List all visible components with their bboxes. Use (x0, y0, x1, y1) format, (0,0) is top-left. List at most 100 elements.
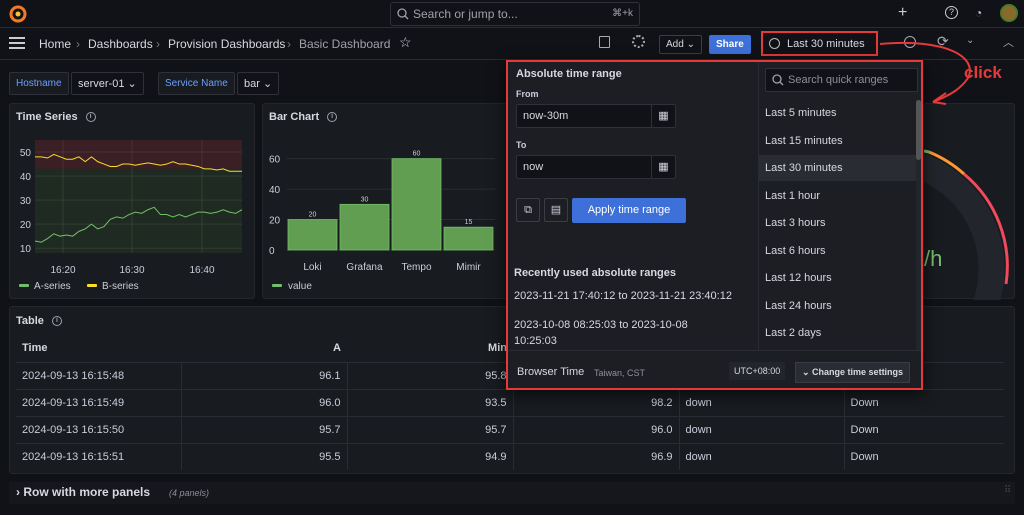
drag-handle-icon[interactable]: ⠿ (1004, 485, 1011, 496)
table-cell: 93.5 (346, 388, 513, 416)
table-cell: 2024-09-13 16:15:50 (16, 415, 181, 443)
quick-range-item[interactable]: Last 6 hours (765, 245, 826, 257)
legend-swatch (87, 284, 97, 287)
absolute-range-title: Absolute time range (516, 68, 622, 80)
y-tick-label: 10 (20, 244, 32, 255)
legend-swatch (272, 284, 282, 287)
table-cell: 98.2 (512, 388, 679, 416)
gauge-panel: /h (923, 103, 1015, 300)
menu-icon[interactable] (9, 37, 25, 49)
search-placeholder: Search or jump to... (413, 7, 518, 21)
collapsed-row[interactable]: › Row with more panels (4 panels) ⠿ (9, 482, 1015, 504)
variable-label-hostname: Hostname (9, 72, 69, 95)
quick-range-item[interactable]: Last 30 minutes (765, 162, 843, 174)
column-header-time[interactable]: Time (16, 335, 181, 362)
x-tick-label: 16:20 (50, 265, 75, 276)
row-panel-count: (4 panels) (169, 488, 210, 498)
breadcrumb-provision-dashboards[interactable]: Provision Dashboards (168, 37, 285, 51)
top-bar: Search or jump to... ⌘+k + ? ◔ (0, 0, 1024, 28)
x-tick-label: 16:30 (119, 265, 144, 276)
table-cell: 95.5 (180, 442, 347, 470)
legend-label: B-series (102, 281, 139, 292)
to-calendar-icon[interactable]: ▦ (651, 155, 676, 179)
table-cell: Down (843, 442, 1004, 470)
table-cell: 94.9 (346, 442, 513, 470)
x-tick-label: Tempo (401, 262, 431, 273)
user-avatar[interactable] (1000, 4, 1018, 22)
browser-time-label: Browser Time (517, 366, 585, 378)
row-title[interactable]: › Row with more panels (16, 485, 150, 499)
to-input[interactable]: now (516, 155, 652, 179)
search-icon (397, 8, 409, 20)
save-icon[interactable] (599, 36, 610, 48)
settings-gear-icon[interactable] (632, 35, 645, 48)
time-picker-popup: Absolute time range From now-30m ▦ To no… (506, 60, 923, 390)
time-series-chart: 10 20 30 40 50 16:20 16:30 16:40 A-series B-serie… (19, 140, 243, 292)
column-header-a[interactable]: A (181, 335, 347, 362)
quick-range-item[interactable]: Last 2 days (765, 327, 821, 339)
from-label: From (516, 89, 539, 99)
quick-range-item[interactable]: Last 12 hours (765, 272, 832, 284)
info-icon: i (51, 316, 62, 327)
variable-select-hostname[interactable]: server-01 ⌄ (71, 72, 144, 95)
copy-icon[interactable]: ⧉ (516, 198, 540, 222)
table-cell: 96.9 (512, 442, 679, 470)
scrollbar[interactable] (916, 100, 921, 350)
y-tick-label: 20 (269, 216, 281, 227)
table-cell: down (678, 388, 844, 416)
variable-label-service-name: Service Name (158, 72, 235, 95)
table-cell: 2024-09-13 16:15:49 (16, 388, 181, 416)
table-row: 2024-09-13 16:15:51 95.5 94.9 96.9 down Down (16, 442, 1004, 470)
search-icon (772, 74, 784, 86)
grafana-logo-icon[interactable] (9, 5, 27, 23)
table-cell: down (678, 415, 844, 443)
column-header-min[interactable]: Min (347, 335, 513, 362)
legend-label: A-series (34, 281, 71, 292)
x-tick-label: 16:40 (189, 265, 214, 276)
variable-select-service-name[interactable]: bar ⌄ (237, 72, 280, 95)
y-tick-label: 60 (269, 155, 281, 166)
share-button[interactable]: Share (709, 35, 751, 54)
quick-range-item[interactable]: Last 15 minutes (765, 135, 843, 147)
bar-value-label: 15 (465, 219, 473, 226)
time-picker-button[interactable]: Last 30 minutes (761, 31, 878, 56)
annotation-click-label: click (964, 63, 1002, 82)
apply-time-range-button[interactable]: Apply time range (572, 198, 686, 223)
quick-range-item[interactable]: Last 5 minutes (765, 107, 837, 119)
recent-ranges-title: Recently used absolute ranges (514, 267, 676, 279)
new-menu-button[interactable]: + (898, 4, 907, 22)
quick-range-item[interactable]: Last 1 hour (765, 190, 820, 202)
quick-range-item[interactable]: Last 24 hours (765, 300, 832, 312)
news-rss-icon[interactable]: ◔ (975, 6, 982, 20)
star-icon[interactable]: ☆ (399, 34, 412, 51)
quick-range-item[interactable]: Last 3 hours (765, 217, 826, 229)
recent-range-item[interactable]: 2023-11-21 17:40:12 to 2023-11-21 23:40:… (514, 290, 732, 302)
from-input[interactable]: now-30m (516, 104, 652, 128)
bar-Mimir (443, 226, 494, 251)
x-tick-label: Loki (303, 262, 321, 273)
gauge-value: /h (924, 246, 943, 271)
search-input[interactable]: Search or jump to... ⌘+k (390, 2, 640, 26)
table-cell: 2024-09-13 16:15:48 (16, 361, 181, 389)
annotation-arrow (879, 42, 971, 105)
recent-range-item[interactable]: 2023-10-08 08:25:03 to 2023-10-08 10:25:… (514, 317, 724, 349)
x-tick-label: Grafana (346, 262, 383, 273)
legend-label: value (288, 281, 312, 292)
add-button[interactable]: Add ⌄ (659, 35, 702, 54)
from-calendar-icon[interactable]: ▦ (651, 104, 676, 128)
breadcrumb-home[interactable]: Home (39, 37, 71, 51)
y-tick-label: 30 (20, 196, 32, 207)
change-time-settings-button[interactable]: ⌄ Change time settings (795, 362, 911, 383)
bar-chart: 0 20 40 60 20 Loki 30 Grafana 60 Tempo 15 Mimir valu… (269, 151, 495, 292)
table-cell: 95.8 (346, 361, 513, 389)
utc-offset: UTC+08:00 (729, 362, 786, 380)
breadcrumb-dashboards[interactable]: Dashboards (88, 37, 153, 51)
table-cell: Down (843, 415, 1004, 443)
paste-clipboard-icon[interactable]: ▤ (544, 198, 568, 222)
table-cell: 95.7 (346, 415, 513, 443)
table-cell: 96.1 (180, 361, 347, 389)
bar-Loki (287, 219, 338, 251)
table-cell: 2024-09-13 16:15:51 (16, 442, 181, 470)
help-icon[interactable]: ? (945, 6, 958, 19)
legend-swatch (19, 284, 29, 287)
